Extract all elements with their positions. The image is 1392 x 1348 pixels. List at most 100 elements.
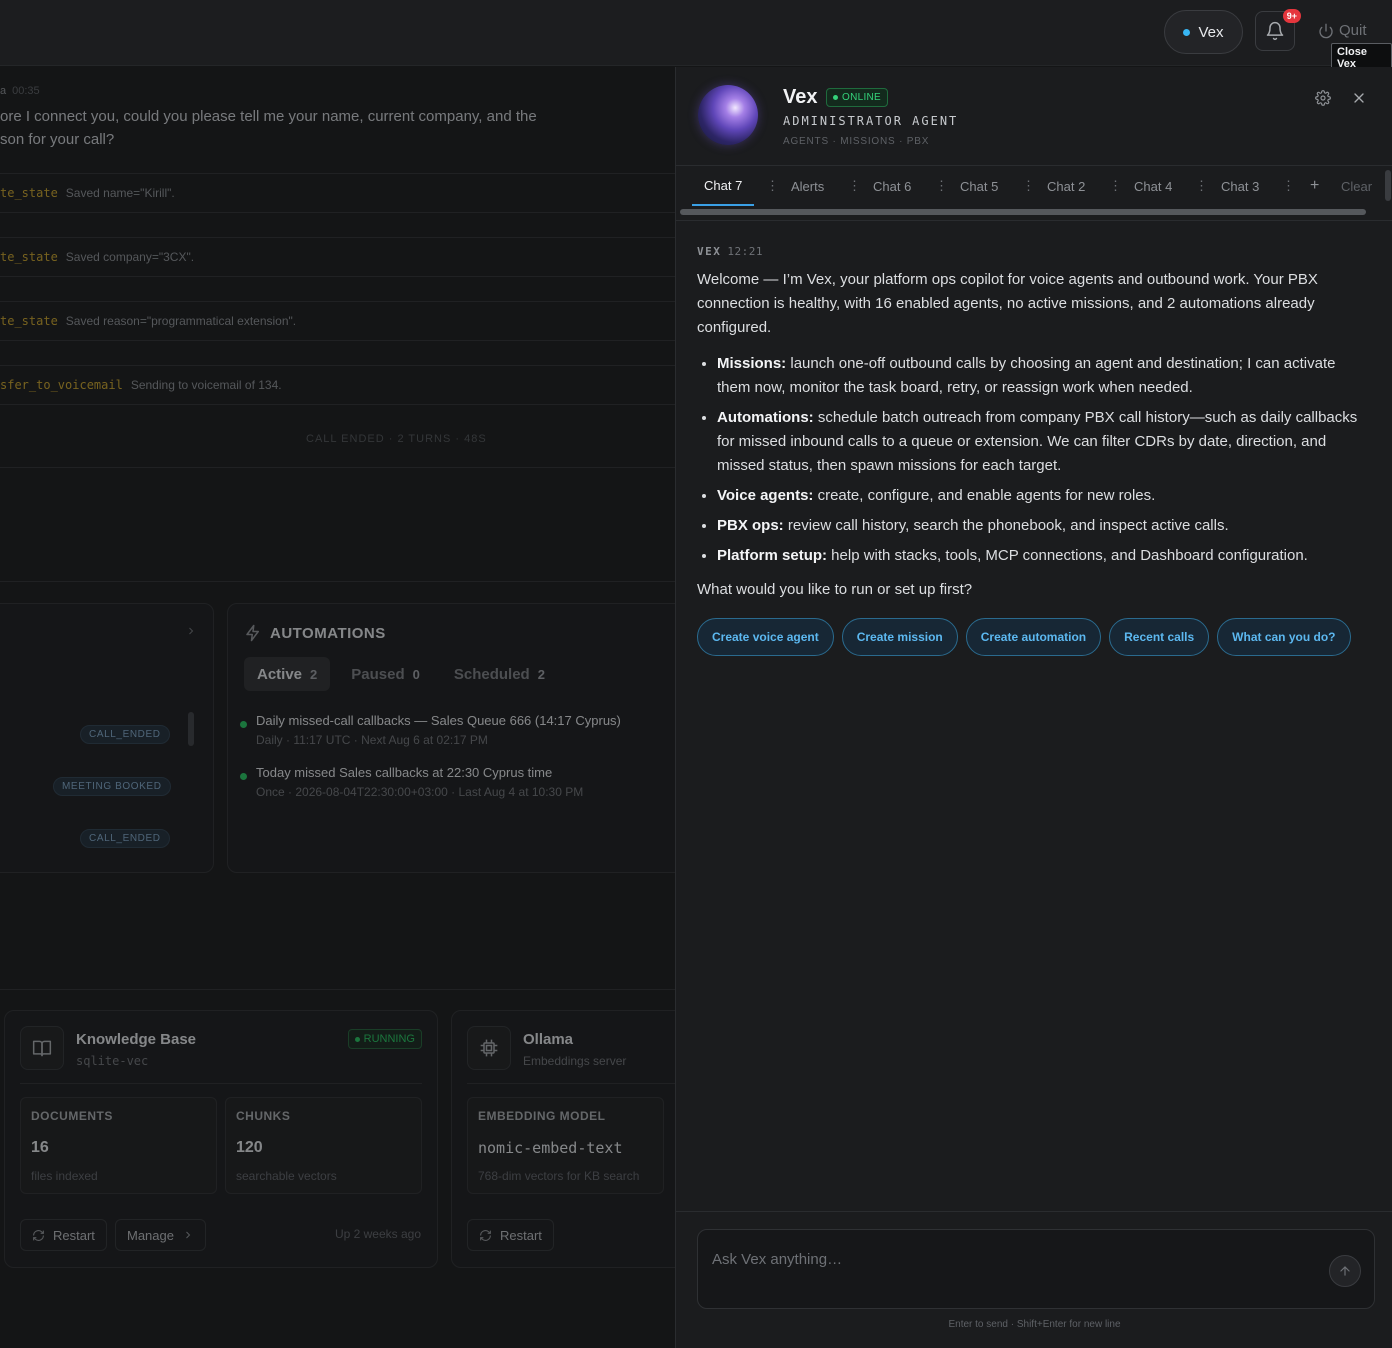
bullet-text: create, configure, and enable agents for… bbox=[813, 487, 1156, 504]
bullet-head: PBX ops: bbox=[717, 517, 784, 534]
tab-menu-icon[interactable]: ⋮ bbox=[848, 178, 861, 194]
stat-value: 16 bbox=[31, 1139, 49, 1156]
restart-label: Restart bbox=[53, 1227, 95, 1243]
tab-chat-5[interactable]: Chat 5 bbox=[960, 166, 998, 206]
vex-button-label: Vex bbox=[1198, 23, 1224, 41]
agent-role: ADMINISTRATOR AGENT bbox=[783, 114, 959, 128]
send-button[interactable] bbox=[1329, 1255, 1361, 1287]
tab-label: Chat 5 bbox=[960, 178, 999, 194]
tab-chat-2[interactable]: Chat 2 bbox=[1047, 166, 1085, 206]
tool-call-desc: Sending to voicemail of 134. bbox=[130, 378, 282, 392]
bullet-head: Missions: bbox=[717, 355, 787, 372]
status-dot bbox=[240, 773, 247, 780]
message-input[interactable]: Ask Vex anything… bbox=[697, 1229, 1375, 1309]
automations-header: AUTOMATIONS bbox=[244, 624, 386, 642]
tab-label: Active bbox=[257, 665, 303, 683]
stat-desc: 768-dim vectors for KB search bbox=[478, 1169, 640, 1183]
message-time: 12:21 bbox=[727, 245, 763, 258]
list-item: Missions: launch one-off outbound calls … bbox=[717, 352, 1359, 400]
status-label: ONLINE bbox=[842, 92, 882, 103]
tab-menu-icon[interactable]: ⋮ bbox=[1109, 178, 1122, 194]
recent-calls-card: CALL_ENDED MEETING BOOKED CALL_ENDED bbox=[0, 603, 214, 873]
create-voice-agent-chip[interactable]: Create voice agent bbox=[697, 618, 834, 656]
bullet-text: help with stacks, tools, MCP connections… bbox=[827, 547, 1308, 564]
add-tab-button[interactable]: + bbox=[1310, 166, 1319, 206]
tab-chat-6[interactable]: Chat 6 bbox=[873, 166, 911, 206]
tool-call-fn: te_state bbox=[0, 250, 58, 264]
manage-button[interactable]: Manage bbox=[115, 1219, 206, 1251]
recent-calls-chip[interactable]: Recent calls bbox=[1109, 618, 1210, 656]
divider bbox=[0, 581, 675, 582]
tab-active[interactable]: Active 2 bbox=[244, 657, 331, 691]
tool-call-desc: Saved name="Kirill". bbox=[65, 186, 175, 200]
status-dot bbox=[1183, 28, 1191, 36]
bullet-head: Voice agents: bbox=[717, 487, 814, 504]
knowledge-base-card: Knowledge Base sqlite-vec RUNNING DOCUME… bbox=[4, 1010, 438, 1268]
vex-panel: Vex ONLINE ADMINISTRATOR AGENT AGENTS · … bbox=[675, 67, 1392, 1348]
call-message-time: 00:35 bbox=[12, 85, 40, 97]
status-dot bbox=[354, 1036, 360, 1042]
message-sender: VEX bbox=[697, 245, 722, 258]
automation-item[interactable]: Today missed Sales callbacks at 22:30 Cy… bbox=[240, 765, 583, 799]
status-badge: RUNNING bbox=[347, 1029, 422, 1049]
what-can-you-do-chip[interactable]: What can you do? bbox=[1217, 618, 1351, 656]
vex-button[interactable]: Vex bbox=[1164, 10, 1243, 54]
chevron-right-icon[interactable] bbox=[185, 625, 197, 637]
documents-stat: DOCUMENTS 16 files indexed bbox=[20, 1097, 217, 1194]
tool-call-fn: te_state bbox=[0, 314, 58, 328]
tab-menu-icon[interactable]: ⋮ bbox=[935, 178, 948, 194]
tab-label: Chat 7 bbox=[704, 177, 743, 193]
gear-icon[interactable] bbox=[1315, 90, 1331, 106]
restart-button[interactable]: Restart bbox=[467, 1219, 554, 1251]
tab-chat-3[interactable]: Chat 3 bbox=[1221, 166, 1259, 206]
call-summary: CALL ENDED · 2 TURNS · 48S bbox=[306, 433, 487, 445]
bullet-text: launch one-off outbound calls by choosin… bbox=[717, 355, 1336, 396]
chevron-right-icon bbox=[186, 1231, 191, 1239]
call-message-text: ore I connect you, could you please tell… bbox=[0, 108, 537, 148]
clear-button[interactable]: Clear bbox=[1341, 166, 1372, 206]
tab-alerts[interactable]: Alerts bbox=[791, 166, 824, 206]
tab-menu-icon[interactable]: ⋮ bbox=[1195, 178, 1208, 194]
close-icon[interactable] bbox=[1351, 90, 1367, 106]
quit-button[interactable]: Quit bbox=[1318, 22, 1367, 39]
tab-menu-icon[interactable]: ⋮ bbox=[766, 178, 779, 194]
embedding-model-stat: EMBEDDING MODEL nomic-embed-text 768-dim… bbox=[467, 1097, 664, 1194]
divider bbox=[0, 467, 675, 468]
tab-count: 2 bbox=[537, 666, 545, 682]
automation-item[interactable]: Daily missed-call callbacks — Sales Queu… bbox=[240, 713, 621, 747]
restart-button[interactable]: Restart bbox=[20, 1219, 107, 1251]
tabs-horizontal-scrollbar[interactable] bbox=[680, 209, 1366, 215]
bullet-text: review call history, search the phoneboo… bbox=[783, 517, 1229, 534]
tabs-vertical-scrollbar[interactable] bbox=[1385, 170, 1391, 201]
tab-scheduled[interactable]: Scheduled 2 bbox=[441, 657, 558, 691]
tab-paused[interactable]: Paused 0 bbox=[338, 657, 433, 691]
create-automation-chip[interactable]: Create automation bbox=[965, 618, 1102, 656]
call-status-tag: MEETING BOOKED bbox=[53, 777, 171, 796]
agent-scope: AGENTS · MISSIONS · PBX bbox=[783, 136, 930, 147]
tab-label: Chat 2 bbox=[1047, 178, 1086, 194]
create-mission-chip[interactable]: Create mission bbox=[841, 618, 958, 656]
message-intro: Welcome — I’m Vex, your platform ops cop… bbox=[697, 271, 1318, 336]
composer-area: Ask Vex anything… Enter to send · Shift+… bbox=[676, 1211, 1392, 1348]
message-header: VEX 12:21 bbox=[697, 245, 1359, 258]
notifications-button[interactable]: 9+ bbox=[1255, 9, 1301, 51]
add-tab-label: + bbox=[1310, 177, 1320, 194]
list-item: Platform setup: help with stacks, tools,… bbox=[717, 544, 1359, 568]
stat-label: DOCUMENTS bbox=[31, 1109, 113, 1123]
chat-message: VEX 12:21 Welcome — I’m Vex, your platfor… bbox=[697, 245, 1359, 656]
arrow-up-icon bbox=[1340, 1266, 1350, 1276]
list-item: Automations: schedule batch outreach fro… bbox=[717, 406, 1359, 478]
status-badge: ONLINE bbox=[826, 88, 889, 107]
tab-menu-icon[interactable]: ⋮ bbox=[1282, 178, 1295, 194]
tool-call-row: te_state Saved reason="programmatical ex… bbox=[0, 301, 675, 341]
call-message-header: a 00:35 bbox=[0, 85, 40, 97]
tool-call-row: sfer_to_voicemail Sending to voicemail o… bbox=[0, 365, 675, 405]
tool-call-row: te_state Saved name="Kirill". bbox=[0, 173, 675, 213]
tab-chat-7[interactable]: Chat 7 bbox=[692, 166, 755, 206]
top-bar: Vex 9+ Quit Close Vex bbox=[0, 0, 1392, 73]
chat-tabs: Chat 7 ⋮ Alerts ⋮ Chat 6 ⋮ Chat 5 ⋮ Chat… bbox=[676, 165, 1392, 221]
stat-desc: files indexed bbox=[31, 1169, 98, 1183]
tab-chat-4[interactable]: Chat 4 bbox=[1134, 166, 1172, 206]
scrollbar[interactable] bbox=[188, 712, 194, 746]
tab-menu-icon[interactable]: ⋮ bbox=[1022, 178, 1035, 194]
